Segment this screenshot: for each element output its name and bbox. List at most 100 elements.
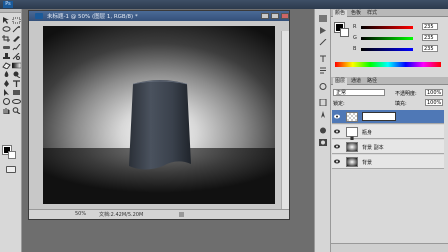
red-slider-row: R 235 [353, 23, 448, 31]
actions-panel-icon[interactable] [319, 27, 327, 34]
green-value[interactable]: 235 [422, 34, 438, 41]
character-panel-icon[interactable] [319, 55, 327, 62]
lock-label: 锁定: [333, 101, 345, 107]
color-panel-tabs: 颜色 色板 样式 [331, 9, 448, 17]
blue-slider[interactable] [361, 48, 413, 51]
layers-panel: 图层 通道 路径 正常 不透明度: 100% 锁定: 填充: 100% 瓶身 背… [331, 77, 448, 252]
vertical-scrollbar[interactable] [281, 31, 289, 219]
eye-icon[interactable] [334, 129, 340, 134]
hand-tool-icon[interactable] [2, 107, 11, 114]
tools-panel [0, 9, 22, 252]
tab-channels[interactable]: 通道 [349, 78, 363, 85]
red-label: R [353, 24, 357, 30]
blue-label: B [353, 46, 357, 52]
layer-thumbnail [346, 142, 358, 152]
status-menu-arrow-icon[interactable] [179, 212, 184, 217]
close-button[interactable] [281, 13, 289, 19]
document-size-info: 文档:2.42M/5.20M [99, 212, 144, 218]
green-slider[interactable] [361, 37, 413, 40]
document-window: 未标题-1 @ 50% (图层 1, RGB/8) * 50% 文档:2.42M… [28, 10, 290, 220]
layer-row[interactable] [332, 110, 444, 124]
photoshop-window: Ps 未标题-1 @ 50% (图层 1, RGB/8) * 50% 文档:2.… [0, 0, 448, 252]
blue-value[interactable]: 235 [422, 45, 438, 52]
3d-orbit-tool-icon[interactable] [12, 98, 21, 105]
tab-styles[interactable]: 样式 [365, 10, 379, 17]
lasso-tool-icon[interactable] [2, 26, 11, 33]
zoom-level[interactable]: 50% [75, 211, 86, 217]
clone-stamp-tool-icon[interactable] [2, 53, 11, 60]
navigator-panel-icon[interactable] [319, 111, 327, 118]
document-title: 未标题-1 @ 50% (图层 1, RGB/8) * [47, 14, 138, 20]
tab-paths[interactable]: 路径 [365, 78, 379, 85]
layer-thumbnail [346, 112, 358, 122]
move-tool-icon[interactable] [2, 17, 11, 24]
red-slider[interactable] [361, 26, 413, 29]
shape-tool-icon[interactable] [12, 89, 21, 96]
collapsed-panel-strip [314, 9, 331, 252]
blue-slider-row: B 235 [353, 45, 448, 53]
bottle-body-shape [129, 80, 191, 170]
fill-input[interactable]: 100% [425, 99, 443, 106]
eyedropper-tool-icon[interactable] [12, 35, 21, 42]
layer-row[interactable]: 背景 [332, 155, 444, 169]
lock-row: 锁定: 填充: 100% [333, 99, 446, 107]
eye-icon[interactable] [334, 144, 340, 149]
pen-tool-icon[interactable] [2, 80, 11, 87]
layer-row[interactable]: 瓶身 [332, 125, 444, 142]
eye-icon[interactable] [334, 159, 340, 164]
tab-layers[interactable]: 图层 [333, 78, 348, 85]
blend-mode-select[interactable]: 正常 [333, 89, 385, 96]
red-value[interactable]: 235 [422, 23, 438, 30]
layer-thumbnail [346, 127, 358, 142]
info-panel-icon[interactable] [319, 99, 327, 106]
brushes-panel-icon[interactable] [319, 39, 327, 46]
dodge-tool-icon[interactable] [12, 71, 21, 78]
status-bar: 50% 文档:2.42M/5.20M [29, 209, 289, 219]
minimize-button[interactable] [261, 13, 269, 19]
maximize-button[interactable] [271, 13, 279, 19]
magic-wand-tool-icon[interactable] [12, 26, 21, 33]
layers-panel-footer [331, 243, 448, 252]
opacity-label: 不透明度: [395, 91, 417, 97]
green-slider-row: G 235 [353, 34, 448, 42]
quick-mask-button[interactable] [6, 166, 16, 173]
layer-name: 背景 [362, 160, 373, 166]
background-color-swatch[interactable] [8, 151, 16, 159]
brush-tool-icon[interactable] [12, 44, 21, 51]
right-panels: 颜色 色板 样式 R 235 G 235 B 235 图层 通道 路径 正常 不… [331, 9, 448, 252]
clone-source-panel-icon[interactable] [319, 83, 327, 90]
crop-tool-icon[interactable] [2, 35, 11, 42]
marquee-tool-icon[interactable] [12, 17, 21, 24]
layer-name: 背景 副本 [362, 145, 384, 151]
layer-name-input[interactable] [362, 112, 396, 121]
adjustments-panel-icon[interactable] [319, 127, 327, 134]
color-spectrum-bar[interactable] [335, 62, 441, 67]
layer-row[interactable]: 背景 副本 [332, 140, 444, 154]
paragraph-panel-icon[interactable] [319, 67, 327, 74]
path-selection-tool-icon[interactable] [2, 89, 11, 96]
gradient-tool-icon[interactable] [12, 62, 21, 69]
blur-tool-icon[interactable] [2, 71, 11, 78]
document-title-bar[interactable]: 未标题-1 @ 50% (图层 1, RGB/8) * [29, 11, 289, 21]
3d-rotate-tool-icon[interactable] [2, 98, 11, 105]
toolbox-grip[interactable] [0, 9, 21, 13]
type-tool-icon[interactable] [12, 80, 21, 87]
tab-swatches[interactable]: 色板 [349, 10, 363, 17]
layer-thumbnail [346, 157, 358, 167]
history-brush-tool-icon[interactable] [12, 53, 21, 60]
color-panel-background-swatch[interactable] [340, 28, 349, 37]
application-bar: Ps [0, 0, 448, 9]
opacity-input[interactable]: 100% [425, 89, 443, 96]
image-canvas[interactable] [43, 26, 275, 204]
eraser-tool-icon[interactable] [2, 62, 11, 69]
fill-label: 填充: [395, 101, 407, 107]
zoom-tool-icon[interactable] [12, 107, 21, 114]
masks-panel-icon[interactable] [319, 139, 327, 146]
blend-mode-row: 正常 不透明度: 100% [333, 89, 446, 97]
tab-color[interactable]: 颜色 [333, 10, 348, 17]
photoshop-logo: Ps [3, 1, 13, 8]
healing-brush-tool-icon[interactable] [2, 44, 11, 51]
eye-icon[interactable] [334, 114, 340, 119]
layer-name: 瓶身 [362, 130, 373, 136]
history-panel-icon[interactable] [319, 15, 327, 22]
